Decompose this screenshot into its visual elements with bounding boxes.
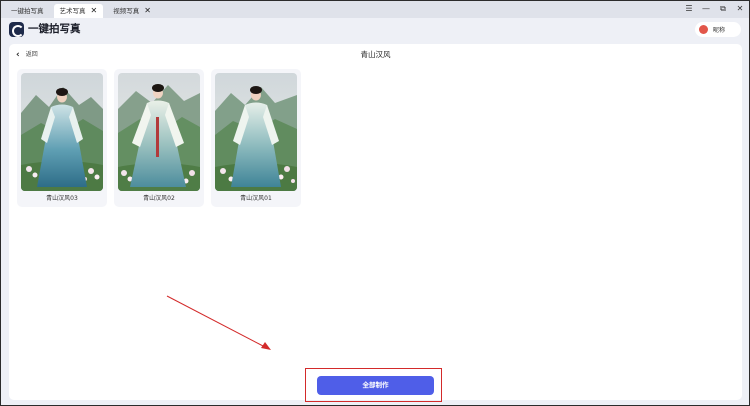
annotation-arrow (166, 295, 271, 350)
close-icon[interactable]: ✕ (91, 7, 98, 15)
template-card[interactable]: 青山汉风01 (211, 69, 301, 207)
app-window: 一键拍写真 艺术写真 ✕ 视频写真 ✕ ☰ — ⧉ ✕ 一键拍写真 昵称 ‹ 返… (0, 0, 750, 406)
tab-bar: 一键拍写真 艺术写真 ✕ 视频写真 ✕ ☰ — ⧉ ✕ (1, 1, 749, 18)
portrait-thumbnail (118, 73, 200, 191)
app-title: 一键拍写真 (28, 23, 81, 35)
avatar (699, 25, 708, 34)
make-all-button[interactable]: 全部制作 (317, 376, 434, 395)
page-title: 青山汉风 (360, 50, 391, 59)
window-controls: ☰ — ⧉ ✕ (684, 3, 745, 15)
template-card[interactable]: 青山汉风02 (114, 69, 204, 207)
card-label: 青山汉风03 (46, 195, 78, 202)
tab-label: 视频写真 (113, 7, 140, 15)
app-logo-icon (9, 22, 24, 37)
tab-label: 艺术写真 (59, 7, 86, 15)
app-header: 一键拍写真 昵称 (1, 18, 749, 44)
tab-video-portrait[interactable]: 视频写真 ✕ (107, 4, 157, 18)
content-panel: ‹ 返回 青山汉风 青山汉风03 青山汉风02 青山汉风01 (9, 44, 742, 400)
card-label: 青山汉风02 (143, 195, 175, 202)
minimize-icon[interactable]: — (701, 3, 711, 15)
portrait-thumbnail (215, 73, 297, 191)
user-name: 昵称 (713, 27, 726, 34)
tab-art-portrait[interactable]: 艺术写真 ✕ (53, 4, 104, 18)
restore-icon[interactable]: ⧉ (718, 3, 728, 15)
tab-one-click-photo[interactable]: 一键拍写真 (5, 4, 50, 18)
template-card[interactable]: 青山汉风03 (17, 69, 107, 207)
tab-label: 一键拍写真 (11, 7, 44, 15)
close-icon[interactable]: ✕ (144, 7, 151, 15)
close-window-icon[interactable]: ✕ (735, 3, 745, 15)
user-profile-button[interactable]: 昵称 (695, 22, 741, 37)
card-label: 青山汉风01 (240, 195, 272, 202)
portrait-thumbnail (21, 73, 103, 191)
menu-icon[interactable]: ☰ (684, 3, 694, 15)
